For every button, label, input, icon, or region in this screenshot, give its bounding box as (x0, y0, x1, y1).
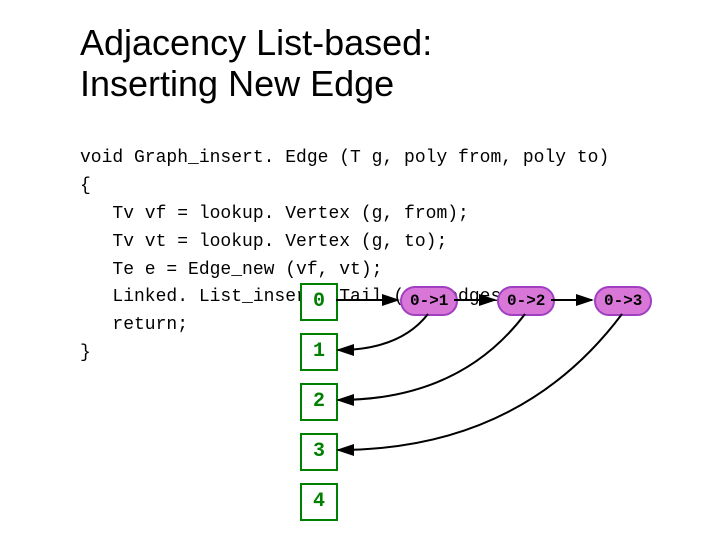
edge-pill-0-1: 0->1 (400, 286, 458, 316)
slide-title: Adjacency List-based: Inserting New Edge (80, 22, 432, 105)
edge-pill-0-3: 0->3 (594, 286, 652, 316)
vertex-1: 1 (300, 333, 338, 371)
code-block: void Graph_insert. Edge (T g, poly from,… (80, 145, 609, 368)
vertex-2: 2 (300, 383, 338, 421)
title-line-1: Adjacency List-based: (80, 22, 432, 63)
title-line-2: Inserting New Edge (80, 63, 394, 104)
edge-pill-0-2: 0->2 (497, 286, 555, 316)
vertex-0: 0 (300, 283, 338, 321)
vertex-4: 4 (300, 483, 338, 521)
vertex-3: 3 (300, 433, 338, 471)
